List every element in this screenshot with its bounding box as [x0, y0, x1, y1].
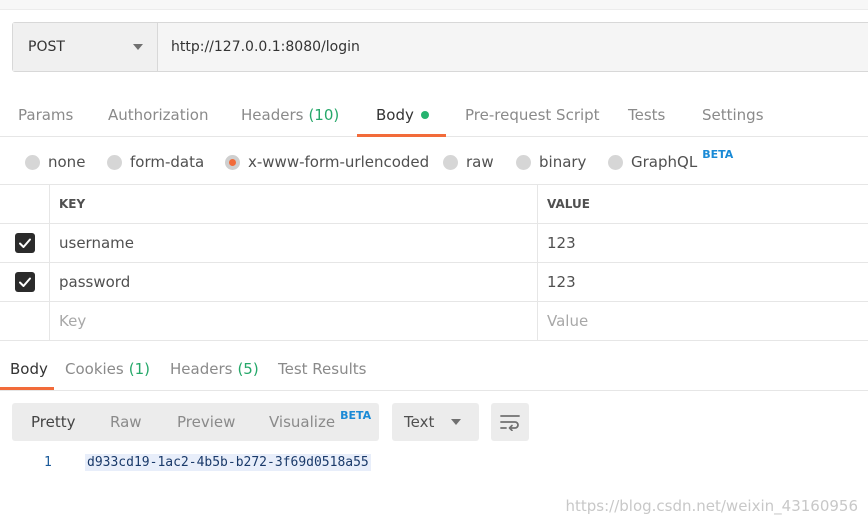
table-header-row: KEY VALUE: [0, 185, 868, 224]
wrap-lines-icon: [500, 415, 520, 431]
checkbox[interactable]: [14, 233, 35, 253]
tab-body[interactable]: Body: [376, 94, 429, 136]
radio-binary[interactable]: binary: [516, 145, 586, 179]
radio-raw[interactable]: raw: [443, 145, 494, 179]
radio-label: none: [48, 153, 86, 171]
radio-circle-icon: [25, 154, 40, 170]
tab-tests[interactable]: Tests: [628, 94, 665, 136]
tab-params[interactable]: Params: [18, 94, 73, 136]
tab-response-headers[interactable]: Headers (5): [170, 349, 259, 389]
radio-selected-icon: [225, 154, 240, 170]
radio-label: GraphQL: [631, 153, 698, 171]
tab-label: Settings: [702, 106, 764, 124]
chevron-down-icon: [133, 44, 143, 50]
button-label: Pretty: [31, 413, 76, 431]
top-strip: [0, 0, 868, 10]
key-input[interactable]: Key: [50, 302, 538, 340]
tab-label: Headers: [170, 360, 233, 378]
active-tab-indicator: [0, 387, 54, 390]
radio-label: raw: [466, 153, 494, 171]
value-cell[interactable]: 123: [538, 224, 868, 262]
checkbox[interactable]: [14, 272, 35, 292]
table-row: username 123: [0, 224, 868, 263]
modified-dot-icon: [420, 111, 429, 119]
key-cell[interactable]: password: [50, 263, 538, 301]
pretty-button[interactable]: Pretty: [31, 403, 76, 441]
tab-response-body[interactable]: Body: [10, 349, 48, 389]
radio-circle-icon: [516, 154, 531, 170]
preview-button[interactable]: Preview: [177, 403, 235, 441]
beta-badge: BETA: [702, 147, 734, 161]
tab-cookies[interactable]: Cookies (1): [65, 349, 150, 389]
tab-label: Authorization: [108, 106, 209, 124]
tab-pre-request-script[interactable]: Pre-request Script: [465, 94, 600, 136]
check-icon: [18, 238, 31, 248]
key-cell[interactable]: username: [50, 224, 538, 262]
button-label: Preview: [177, 413, 236, 431]
radio-circle-icon: [443, 154, 458, 170]
radio-none[interactable]: none: [25, 145, 85, 179]
visualize-button[interactable]: Visualize BETA: [269, 403, 371, 441]
radio-graphql[interactable]: GraphQL BETA: [608, 145, 733, 179]
request-bar: POST: [12, 22, 868, 72]
value-input[interactable]: Value: [538, 302, 868, 340]
response-tabs: Body Cookies (1) Headers (5) Test Results: [0, 349, 868, 391]
radio-circle-icon: [608, 154, 623, 170]
url-input[interactable]: [158, 23, 868, 71]
body-type-group: none form-data x-www-form-urlencoded raw…: [0, 145, 868, 181]
tab-test-results[interactable]: Test Results: [278, 349, 366, 389]
tab-label: Test Results: [278, 360, 367, 378]
tab-label: Pre-request Script: [465, 106, 600, 124]
table-row-new: Key Value: [0, 302, 868, 341]
view-mode-bar: Pretty Raw Preview Visualize BETA: [12, 403, 379, 441]
value-cell[interactable]: 123: [538, 263, 868, 301]
tab-label: Body: [10, 360, 48, 378]
row-check-cell: [0, 302, 50, 340]
header-check-cell: [0, 185, 50, 223]
tab-label: Headers: [241, 106, 304, 124]
radio-x-www-form-urlencoded[interactable]: x-www-form-urlencoded: [225, 145, 429, 179]
watermark: https://blog.csdn.net/weixin_43160956: [565, 497, 858, 515]
format-label: Text: [404, 413, 435, 431]
method-label: POST: [28, 39, 65, 55]
tab-label: Tests: [628, 106, 666, 124]
tab-headers[interactable]: Headers (10): [241, 94, 339, 136]
format-select[interactable]: Text: [392, 403, 479, 441]
header-value: VALUE: [547, 197, 590, 211]
button-label: Raw: [110, 413, 142, 431]
radio-label: x-www-form-urlencoded: [248, 153, 430, 171]
radio-form-data[interactable]: form-data: [107, 145, 204, 179]
tab-label: Body: [376, 106, 414, 124]
chevron-down-icon: [451, 419, 461, 425]
response-body[interactable]: 1 d933cd19-1ac2-4b5b-b272-3f69d0518a55: [0, 452, 868, 476]
tab-authorization[interactable]: Authorization: [108, 94, 208, 136]
radio-circle-icon: [107, 154, 122, 170]
radio-label: form-data: [130, 153, 205, 171]
button-label: Visualize: [269, 413, 336, 431]
radio-label: binary: [539, 153, 587, 171]
row-check-cell: [0, 224, 50, 262]
line-number: 1: [44, 455, 52, 470]
tab-settings[interactable]: Settings: [702, 94, 764, 136]
tab-count: (1): [128, 360, 150, 378]
request-tabs: Params Authorization Headers (10) Body Pr…: [0, 94, 868, 137]
tab-count: (10): [308, 106, 340, 124]
beta-badge: BETA: [340, 408, 372, 422]
row-check-cell: [0, 263, 50, 301]
header-key: KEY: [50, 185, 538, 223]
tab-label: Params: [18, 106, 74, 124]
raw-button[interactable]: Raw: [110, 403, 142, 441]
check-icon: [18, 277, 31, 287]
method-select[interactable]: POST: [13, 23, 158, 71]
params-table: KEY VALUE username 123 password 123 Key …: [0, 184, 868, 341]
response-line-text[interactable]: d933cd19-1ac2-4b5b-b272-3f69d0518a55: [85, 454, 371, 471]
table-row: password 123: [0, 263, 868, 302]
tab-label: Cookies: [65, 360, 124, 378]
wrap-lines-button[interactable]: [491, 403, 529, 441]
tab-count: (5): [237, 360, 259, 378]
active-tab-indicator: [357, 134, 446, 137]
